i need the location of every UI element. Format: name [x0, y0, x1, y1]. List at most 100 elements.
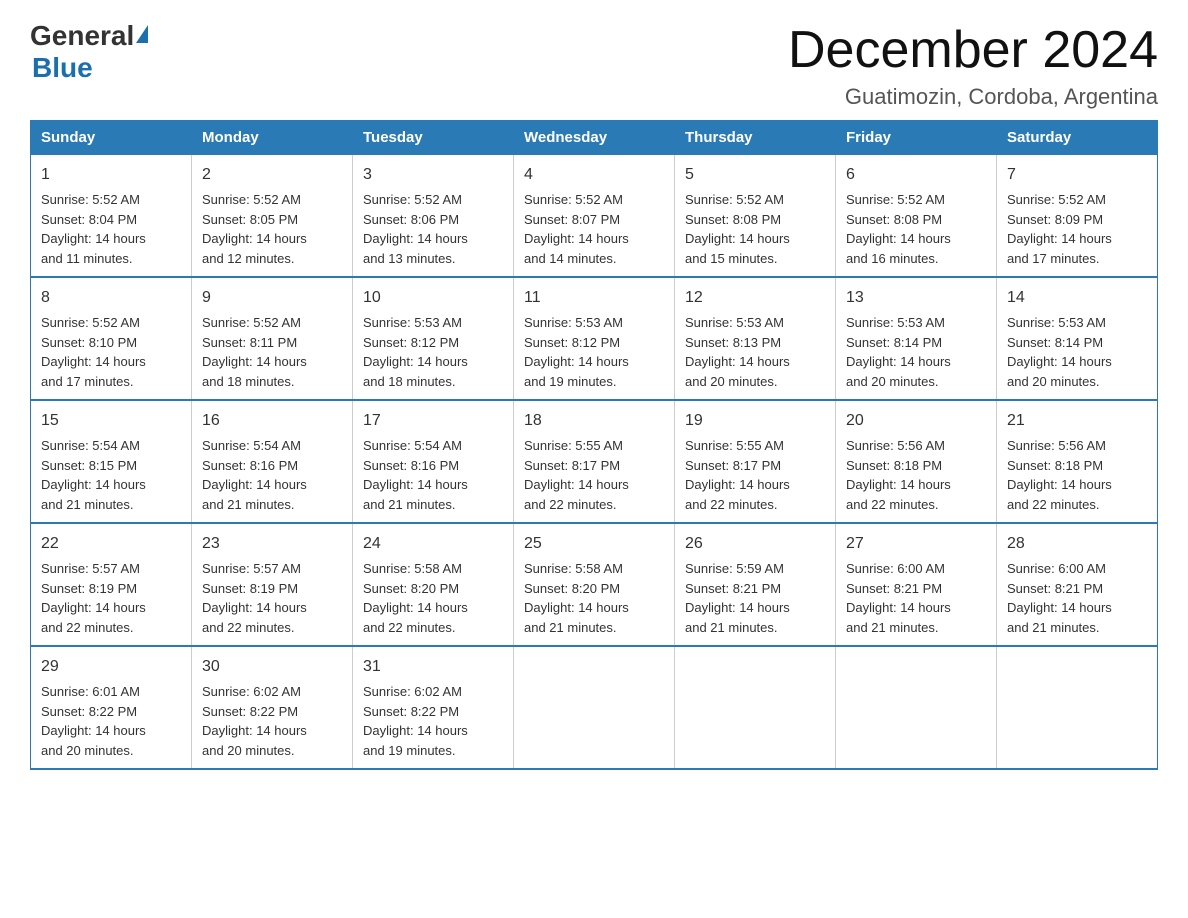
- day-info: Sunrise: 5:53 AMSunset: 8:13 PMDaylight:…: [685, 313, 825, 391]
- day-number: 18: [524, 409, 664, 433]
- logo-triangle-icon: [136, 25, 148, 43]
- day-number: 29: [41, 655, 181, 679]
- calendar-cell: 12 Sunrise: 5:53 AMSunset: 8:13 PMDayligh…: [675, 277, 836, 400]
- day-info: Sunrise: 6:00 AMSunset: 8:21 PMDaylight:…: [1007, 559, 1147, 637]
- day-info: Sunrise: 5:58 AMSunset: 8:20 PMDaylight:…: [363, 559, 503, 637]
- day-number: 2: [202, 163, 342, 187]
- day-number: 4: [524, 163, 664, 187]
- calendar-header-sunday: Sunday: [31, 121, 192, 155]
- calendar-cell: 10Sunrise: 5:53 AMSunset: 8:12 PMDayligh…: [353, 277, 514, 400]
- calendar-table: SundayMondayTuesdayWednesdayThursdayFrid…: [30, 120, 1158, 770]
- calendar-cell: [514, 646, 675, 769]
- day-info: Sunrise: 5:58 AMSunset: 8:20 PMDaylight:…: [524, 559, 664, 637]
- day-number: 25: [524, 532, 664, 556]
- day-number: 28: [1007, 532, 1147, 556]
- title-area: December 2024 Guatimozin, Cordoba, Argen…: [788, 20, 1158, 110]
- calendar-header-row: SundayMondayTuesdayWednesdayThursdayFrid…: [31, 121, 1158, 155]
- calendar-cell: 15Sunrise: 5:54 AMSunset: 8:15 PMDayligh…: [31, 400, 192, 523]
- calendar-header-tuesday: Tuesday: [353, 121, 514, 155]
- calendar-week-row: 22 Sunrise: 5:57 AMSunset: 8:19 PMDayligh…: [31, 523, 1158, 646]
- day-number: 6: [846, 163, 986, 187]
- day-number: 12: [685, 286, 825, 310]
- calendar-week-row: 29 Sunrise: 6:01 AMSunset: 8:22 PMDayligh…: [31, 646, 1158, 769]
- calendar-cell: 16 Sunrise: 5:54 AMSunset: 8:16 PMDayligh…: [192, 400, 353, 523]
- calendar-cell: 27Sunrise: 6:00 AMSunset: 8:21 PMDayligh…: [836, 523, 997, 646]
- month-title: December 2024: [788, 20, 1158, 80]
- day-info: Sunrise: 5:59 AMSunset: 8:21 PMDaylight:…: [685, 559, 825, 637]
- calendar-cell: 22 Sunrise: 5:57 AMSunset: 8:19 PMDayligh…: [31, 523, 192, 646]
- day-number: 5: [685, 163, 825, 187]
- calendar-cell: 5 Sunrise: 5:52 AMSunset: 8:08 PMDaylight…: [675, 155, 836, 278]
- day-number: 10: [363, 286, 503, 310]
- day-number: 3: [363, 163, 503, 187]
- day-info: Sunrise: 6:02 AMSunset: 8:22 PMDaylight:…: [363, 682, 503, 760]
- day-info: Sunrise: 6:01 AMSunset: 8:22 PMDaylight:…: [41, 682, 181, 760]
- calendar-cell: 28 Sunrise: 6:00 AMSunset: 8:21 PMDayligh…: [997, 523, 1158, 646]
- day-info: Sunrise: 5:54 AMSunset: 8:16 PMDaylight:…: [363, 436, 503, 514]
- day-number: 24: [363, 532, 503, 556]
- day-number: 11: [524, 286, 664, 310]
- day-info: Sunrise: 5:53 AMSunset: 8:14 PMDaylight:…: [1007, 313, 1147, 391]
- day-number: 14: [1007, 286, 1147, 310]
- day-number: 20: [846, 409, 986, 433]
- day-info: Sunrise: 5:55 AMSunset: 8:17 PMDaylight:…: [524, 436, 664, 514]
- day-number: 9: [202, 286, 342, 310]
- calendar-cell: 30Sunrise: 6:02 AMSunset: 8:22 PMDayligh…: [192, 646, 353, 769]
- calendar-week-row: 15Sunrise: 5:54 AMSunset: 8:15 PMDayligh…: [31, 400, 1158, 523]
- calendar-week-row: 1Sunrise: 5:52 AMSunset: 8:04 PMDaylight…: [31, 155, 1158, 278]
- day-info: Sunrise: 5:54 AMSunset: 8:16 PMDaylight:…: [202, 436, 342, 514]
- day-number: 7: [1007, 163, 1147, 187]
- calendar-header-wednesday: Wednesday: [514, 121, 675, 155]
- calendar-week-row: 8 Sunrise: 5:52 AMSunset: 8:10 PMDaylight…: [31, 277, 1158, 400]
- day-info: Sunrise: 5:52 AMSunset: 8:11 PMDaylight:…: [202, 313, 342, 391]
- day-info: Sunrise: 5:55 AMSunset: 8:17 PMDaylight:…: [685, 436, 825, 514]
- calendar-cell: 29 Sunrise: 6:01 AMSunset: 8:22 PMDayligh…: [31, 646, 192, 769]
- calendar-cell: [997, 646, 1158, 769]
- day-number: 13: [846, 286, 986, 310]
- calendar-header-monday: Monday: [192, 121, 353, 155]
- calendar-cell: 23 Sunrise: 5:57 AMSunset: 8:19 PMDayligh…: [192, 523, 353, 646]
- calendar-header-thursday: Thursday: [675, 121, 836, 155]
- calendar-cell: 4 Sunrise: 5:52 AMSunset: 8:07 PMDaylight…: [514, 155, 675, 278]
- calendar-cell: 17Sunrise: 5:54 AMSunset: 8:16 PMDayligh…: [353, 400, 514, 523]
- day-info: Sunrise: 5:52 AMSunset: 8:08 PMDaylight:…: [846, 190, 986, 268]
- calendar-cell: 8 Sunrise: 5:52 AMSunset: 8:10 PMDaylight…: [31, 277, 192, 400]
- day-number: 30: [202, 655, 342, 679]
- day-info: Sunrise: 5:52 AMSunset: 8:09 PMDaylight:…: [1007, 190, 1147, 268]
- day-info: Sunrise: 5:56 AMSunset: 8:18 PMDaylight:…: [846, 436, 986, 514]
- calendar-cell: 14 Sunrise: 5:53 AMSunset: 8:14 PMDayligh…: [997, 277, 1158, 400]
- day-info: Sunrise: 5:57 AMSunset: 8:19 PMDaylight:…: [202, 559, 342, 637]
- day-number: 31: [363, 655, 503, 679]
- day-number: 23: [202, 532, 342, 556]
- day-info: Sunrise: 5:52 AMSunset: 8:05 PMDaylight:…: [202, 190, 342, 268]
- day-info: Sunrise: 5:52 AMSunset: 8:07 PMDaylight:…: [524, 190, 664, 268]
- calendar-cell: 31 Sunrise: 6:02 AMSunset: 8:22 PMDayligh…: [353, 646, 514, 769]
- day-number: 8: [41, 286, 181, 310]
- day-info: Sunrise: 5:52 AMSunset: 8:10 PMDaylight:…: [41, 313, 181, 391]
- day-info: Sunrise: 5:52 AMSunset: 8:04 PMDaylight:…: [41, 190, 181, 268]
- calendar-cell: [675, 646, 836, 769]
- day-info: Sunrise: 5:53 AMSunset: 8:14 PMDaylight:…: [846, 313, 986, 391]
- calendar-cell: 2 Sunrise: 5:52 AMSunset: 8:05 PMDaylight…: [192, 155, 353, 278]
- calendar-cell: 11 Sunrise: 5:53 AMSunset: 8:12 PMDayligh…: [514, 277, 675, 400]
- day-number: 16: [202, 409, 342, 433]
- logo-area: General Blue: [30, 20, 148, 84]
- day-info: Sunrise: 5:52 AMSunset: 8:08 PMDaylight:…: [685, 190, 825, 268]
- day-info: Sunrise: 5:53 AMSunset: 8:12 PMDaylight:…: [524, 313, 664, 391]
- day-info: Sunrise: 5:57 AMSunset: 8:19 PMDaylight:…: [41, 559, 181, 637]
- calendar-cell: 7 Sunrise: 5:52 AMSunset: 8:09 PMDaylight…: [997, 155, 1158, 278]
- calendar-cell: 25 Sunrise: 5:58 AMSunset: 8:20 PMDayligh…: [514, 523, 675, 646]
- calendar-cell: 1Sunrise: 5:52 AMSunset: 8:04 PMDaylight…: [31, 155, 192, 278]
- calendar-cell: 3 Sunrise: 5:52 AMSunset: 8:06 PMDaylight…: [353, 155, 514, 278]
- day-info: Sunrise: 5:52 AMSunset: 8:06 PMDaylight:…: [363, 190, 503, 268]
- day-info: Sunrise: 5:54 AMSunset: 8:15 PMDaylight:…: [41, 436, 181, 514]
- day-number: 19: [685, 409, 825, 433]
- day-number: 22: [41, 532, 181, 556]
- page-header: General Blue December 2024 Guatimozin, C…: [30, 20, 1158, 110]
- calendar-cell: 24 Sunrise: 5:58 AMSunset: 8:20 PMDayligh…: [353, 523, 514, 646]
- logo-blue-text: Blue: [32, 52, 93, 84]
- calendar-cell: 21Sunrise: 5:56 AMSunset: 8:18 PMDayligh…: [997, 400, 1158, 523]
- calendar-cell: 13 Sunrise: 5:53 AMSunset: 8:14 PMDayligh…: [836, 277, 997, 400]
- calendar-cell: 26Sunrise: 5:59 AMSunset: 8:21 PMDayligh…: [675, 523, 836, 646]
- day-info: Sunrise: 5:56 AMSunset: 8:18 PMDaylight:…: [1007, 436, 1147, 514]
